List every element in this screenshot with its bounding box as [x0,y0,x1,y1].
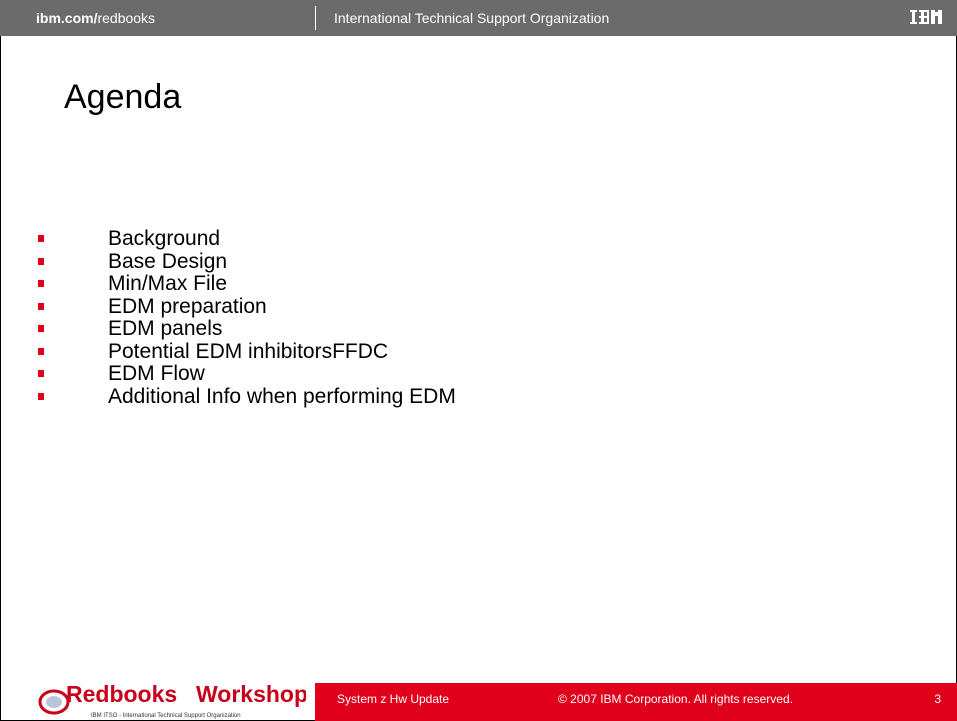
ibm-logo-icon [910,10,942,24]
bullet-icon [38,392,44,400]
agenda-item: Min/Max File [38,273,456,296]
site-domain: ibm.com/ [36,10,98,26]
agenda-list: Background Base Design Min/Max File EDM … [38,228,456,408]
agenda-item-label: Potential EDM inhibitorsFFDC [108,339,389,363]
agenda-item: EDM panels [38,318,456,341]
bullet-icon [38,302,44,310]
header-bar: ibm.com/redbooks International Technical… [0,0,957,36]
agenda-item: Potential EDM inhibitorsFFDC [38,339,456,364]
agenda-item-label: EDM panels [108,317,223,340]
footer-bar: System z Hw Update © 2007 IBM Corporatio… [315,683,957,721]
slide-title: Agenda [64,78,182,116]
bullet-icon [38,235,44,242]
bullet-icon [38,257,44,265]
logo-workshop-text: Workshop [196,681,306,707]
agenda-item: Additional Info when performing EDM [38,384,456,409]
logo-redbooks-text: Redbooks [66,681,177,707]
bullet-icon [38,325,44,332]
agenda-item: Background [38,228,456,251]
copyright-text: © 2007 IBM Corporation. All rights reser… [558,692,793,706]
agenda-item: EDM Flow [38,363,456,386]
site-link[interactable]: ibm.com/redbooks [36,10,155,26]
logo-subtext: IBM ITSO - International Technical Suppo… [91,713,241,719]
agenda-item-label: Additional Info when performing EDM [108,384,456,408]
bullet-icon [38,280,44,287]
agenda-item: EDM preparation [38,294,456,319]
redbooks-workshop-logo: Redbooks Workshop IBM ITSO - Internation… [38,681,306,719]
agenda-item-label: Min/Max File [108,272,228,295]
page-number: 3 [934,692,941,706]
bullet-icon [38,370,44,377]
course-name: System z Hw Update [337,692,450,706]
agenda-item-label: EDM Flow [108,362,205,385]
site-path: redbooks [97,10,156,26]
agenda-item-label: EDM preparation [108,294,267,318]
bullet-icon [38,347,44,355]
agenda-item-label: Base Design [108,249,228,273]
org-name: International Technical Support Organiza… [334,10,610,26]
agenda-item: Base Design [38,249,456,274]
header-divider [315,6,316,30]
agenda-item-label: Background [108,227,221,250]
